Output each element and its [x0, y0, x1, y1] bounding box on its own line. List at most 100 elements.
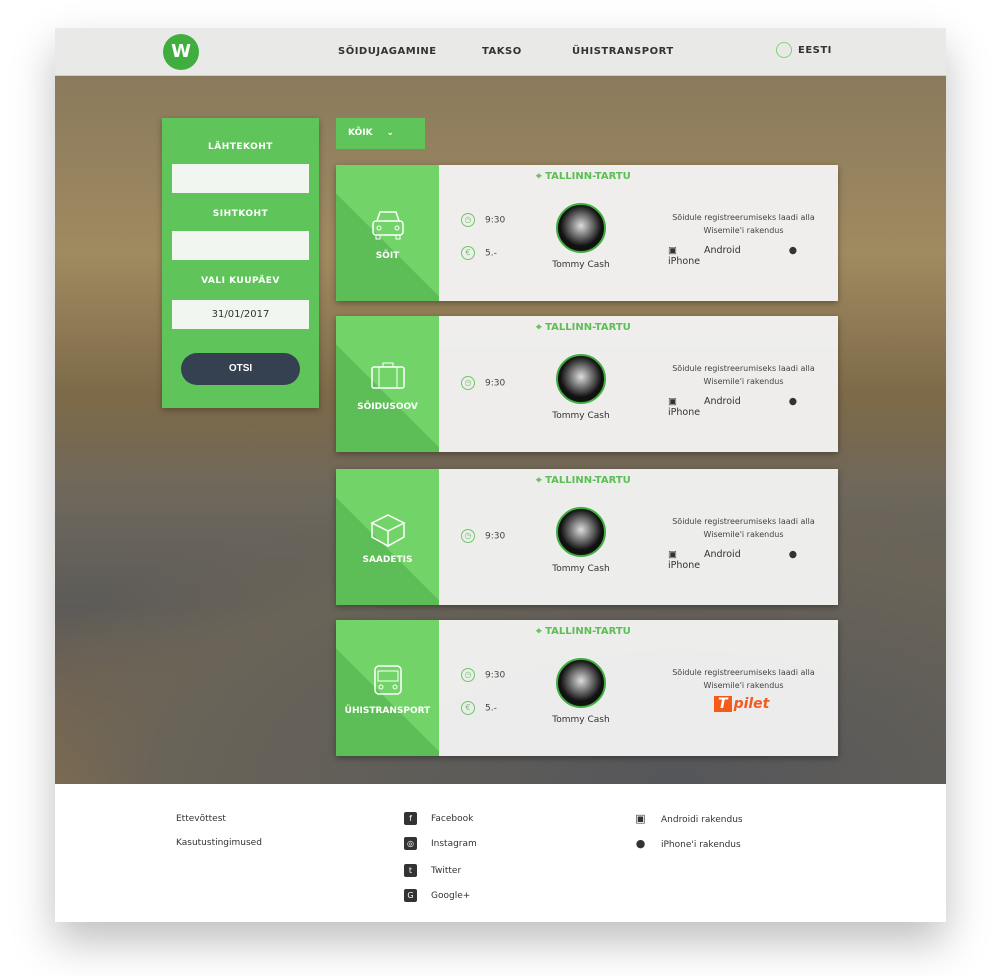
iphone-app-label: iPhone'i rakendus — [661, 840, 741, 850]
time-value: 9:30 — [485, 531, 506, 542]
app-links: ▣ Android ● iPhone — [668, 245, 838, 267]
clock-icon: ◷ — [461, 529, 475, 543]
clock-icon: ◷ — [461, 668, 475, 682]
nav-soidujagamine[interactable]: SÕIDUJAGAMINE — [338, 46, 437, 57]
price-value: 5.- — [485, 248, 497, 259]
map-pin-icon: ⌖ — [536, 475, 546, 486]
footer-link-about[interactable]: Ettevõttest — [176, 814, 226, 824]
to-label: SIHTKOHT — [212, 209, 269, 219]
android-label: Android — [704, 396, 741, 407]
footer-instagram[interactable]: ◎ Instagram — [404, 837, 477, 850]
route-label: TALLINN-TARTU — [545, 626, 631, 637]
from-label: LÄHTEKOHT — [208, 142, 273, 152]
map-pin-icon: ⌖ — [536, 626, 546, 637]
logo[interactable]: W — [163, 34, 199, 70]
date-input[interactable] — [172, 300, 309, 329]
apple-icon: ● — [788, 396, 798, 407]
route: ⌖ TALLINN-TARTU — [536, 626, 631, 637]
twitter-label: Twitter — [431, 866, 462, 876]
chevron-down-icon: ⌄ — [386, 128, 395, 138]
android-link[interactable]: ▣ Android — [668, 549, 765, 560]
android-icon: ▣ — [635, 812, 646, 825]
ride-type-label: SAADETIS — [362, 555, 413, 565]
nav-takso[interactable]: TAKSO — [482, 46, 522, 57]
apple-icon: ● — [788, 549, 798, 560]
euro-icon: € — [461, 701, 475, 715]
android-link[interactable]: ▣ Android — [668, 245, 765, 256]
footer-twitter[interactable]: t Twitter — [404, 864, 461, 877]
car-icon — [372, 211, 404, 240]
footer-link-terms[interactable]: Kasutustingimused — [176, 838, 262, 848]
suitcase-icon — [371, 362, 405, 389]
footer-iphone-app[interactable]: ● iPhone'i rakendus — [634, 837, 741, 850]
footer-googleplus[interactable]: G Google+ — [404, 889, 470, 902]
departure-time: ◷ 9:30 — [461, 213, 505, 227]
language-selector[interactable]: EESTI — [776, 42, 832, 58]
ride-card[interactable]: SÕIT ⌖ TALLINN-TARTU ◷ 9:30 €5.- Tommy Ca… — [336, 165, 838, 301]
download-text: Sõidule registreerumiseks laadi alla Wis… — [672, 517, 815, 539]
download-text: Sõidule registreerumiseks laadi alla Wis… — [672, 213, 815, 235]
android-label: Android — [704, 549, 741, 560]
hero-background: LÄHTEKOHT SIHTKOHT VALI KUUPÄEV OTSI KÕI… — [55, 76, 946, 784]
to-input[interactable] — [172, 231, 309, 260]
android-app-label: Androidi rakendus — [661, 815, 743, 825]
app-links: ▣ Android ● iPhone — [668, 549, 838, 571]
android-label: Android — [704, 245, 741, 256]
instagram-icon: ◎ — [404, 837, 417, 850]
route-label: TALLINN-TARTU — [545, 171, 631, 182]
ride-type-label: SÕIT — [375, 251, 400, 261]
header: W SÕIDUJAGAMINE TAKSO ÜHISTRANSPORT EEST… — [55, 28, 946, 76]
iphone-label: iPhone — [668, 560, 701, 571]
iphone-label: iPhone — [668, 407, 701, 418]
price-value: 5.- — [485, 703, 497, 714]
avatar[interactable] — [556, 658, 606, 708]
pilet-label: pilet — [733, 696, 770, 712]
search-button[interactable]: OTSI — [181, 353, 300, 385]
route: ⌖ TALLINN-TARTU — [536, 322, 631, 333]
android-link[interactable]: ▣ Android — [668, 396, 765, 407]
page-frame: W SÕIDUJAGAMINE TAKSO ÜHISTRANSPORT EEST… — [55, 28, 946, 922]
googleplus-label: Google+ — [431, 891, 471, 901]
android-icon: ▣ — [668, 245, 680, 256]
apple-icon: ● — [788, 245, 798, 256]
iphone-label: iPhone — [668, 256, 701, 267]
package-icon — [370, 514, 406, 548]
twitter-icon: t — [404, 864, 417, 877]
departure-time: ◷ 9:30 — [461, 668, 505, 682]
footer-android-app[interactable]: ▣ Androidi rakendus — [634, 812, 743, 825]
departure-time: ◷ 9:30 — [461, 529, 505, 543]
map-pin-icon: ⌖ — [536, 171, 546, 182]
android-icon: ▣ — [668, 396, 680, 407]
avatar[interactable] — [556, 203, 606, 253]
footer: Ettevõttest Kasutustingimused f Facebook … — [55, 784, 946, 922]
bus-icon — [374, 665, 402, 695]
nav-uhistransport[interactable]: ÜHISTRANSPORT — [572, 46, 674, 57]
ride-type-label: ÜHISTRANSPORT — [344, 706, 431, 716]
time-value: 9:30 — [485, 215, 506, 226]
globe-icon — [776, 42, 792, 58]
driver-name: Tommy Cash — [552, 564, 610, 574]
driver-name: Tommy Cash — [552, 260, 610, 270]
avatar[interactable] — [556, 507, 606, 557]
ride-type-panel: SÕIT — [336, 165, 439, 301]
ride-card[interactable]: ÜHISTRANSPORT ⌖ TALLINN-TARTU ◷ 9:30 €5.-… — [336, 620, 838, 756]
download-text: Sõidule registreerumiseks laadi alla Wis… — [672, 668, 815, 690]
route-label: TALLINN-TARTU — [545, 475, 631, 486]
apple-icon: ● — [635, 837, 646, 850]
departure-time: ◷ 9:30 — [461, 376, 505, 390]
time-value: 9:30 — [485, 378, 506, 389]
filter-value: KÕIK — [348, 128, 373, 138]
clock-icon: ◷ — [461, 376, 475, 390]
filter-dropdown[interactable]: KÕIK ⌄ — [336, 118, 425, 149]
ride-card[interactable]: SÕIDUSOOV ⌖ TALLINN-TARTU ◷ 9:30 Tommy Ca… — [336, 316, 838, 452]
pilet-logo[interactable]: Tpilet — [714, 696, 769, 712]
language-label: EESTI — [798, 45, 832, 56]
from-input[interactable] — [172, 164, 309, 193]
ride-card[interactable]: SAADETIS ⌖ TALLINN-TARTU ◷ 9:30 Tommy Cas… — [336, 469, 838, 605]
route-label: TALLINN-TARTU — [545, 322, 631, 333]
avatar[interactable] — [556, 354, 606, 404]
price: €5.- — [461, 701, 497, 715]
footer-facebook[interactable]: f Facebook — [404, 812, 473, 825]
app-links: ▣ Android ● iPhone — [668, 396, 838, 418]
search-panel: LÄHTEKOHT SIHTKOHT VALI KUUPÄEV OTSI — [162, 118, 319, 408]
